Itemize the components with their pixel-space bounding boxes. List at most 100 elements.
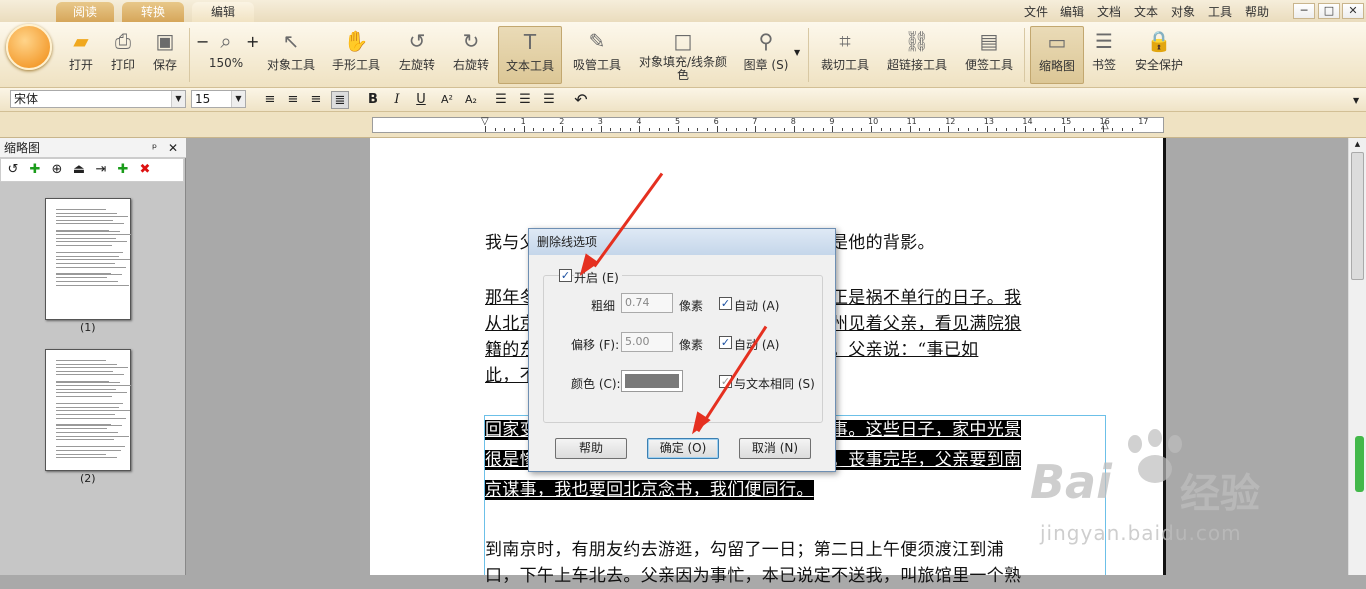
ruler-tick — [591, 128, 593, 131]
offset-input[interactable]: 5.00 — [621, 332, 673, 352]
thumbnail-text-line — [56, 424, 122, 426]
insert-page-icon[interactable]: ⊕ — [49, 162, 65, 178]
menu-text[interactable]: 文本 — [1134, 3, 1158, 20]
ruler-label: 13 — [983, 117, 994, 126]
eyedropper-tool-button[interactable]: ✎ 吸管工具 — [570, 26, 624, 84]
enable-checkbox[interactable]: ✓ — [559, 269, 572, 282]
close-panel-icon[interactable]: ✕ — [168, 138, 178, 158]
thumbnail-text-line — [56, 284, 129, 286]
maximize-button[interactable]: □ — [1318, 3, 1340, 19]
left-indent-marker[interactable]: ▽ — [481, 117, 489, 127]
offset-auto-checkbox[interactable]: ✓ — [719, 336, 732, 349]
ruler-tick — [687, 128, 689, 131]
paragraph-spacing-icon[interactable]: ☰ — [516, 91, 534, 109]
rotate-left-button[interactable]: ↺ 左旋转 — [396, 26, 438, 84]
close-window-button[interactable]: ✕ — [1342, 3, 1364, 19]
ruler-tick — [996, 128, 998, 131]
crop-tool-button[interactable]: ⌗ 裁切工具 — [816, 26, 874, 84]
bold-button[interactable]: B — [364, 91, 382, 109]
lock-icon: 🔒 — [1146, 29, 1172, 53]
pin-icon[interactable]: ᵖ — [152, 138, 157, 158]
menu-tools[interactable]: 工具 — [1208, 3, 1232, 20]
thumbnail-button[interactable]: ▭ 缩略图 — [1030, 26, 1084, 84]
rotate-right-button[interactable]: ↻ 右旋转 — [450, 26, 492, 84]
tab-read[interactable]: 阅读 — [56, 2, 114, 22]
help-button[interactable]: 帮助 — [555, 438, 627, 459]
align-left-icon[interactable]: ≡ — [261, 91, 279, 109]
weight-auto-checkbox[interactable]: ✓ — [719, 297, 732, 310]
add-page-icon[interactable]: ✚ — [27, 162, 43, 178]
list-icon[interactable]: ☰ — [540, 91, 558, 109]
scrollbar-thumb[interactable] — [1351, 152, 1364, 280]
ruler-tick — [784, 128, 786, 131]
superscript-button[interactable]: A² — [436, 91, 458, 109]
note-tool-button[interactable]: ▤ 便签工具 — [962, 26, 1016, 84]
stamp-dropdown-icon[interactable]: ▼ — [794, 48, 800, 57]
thumbnail-text-line — [56, 223, 124, 225]
right-indent-marker[interactable]: △ — [1101, 121, 1109, 131]
thumbnail-text-line — [56, 237, 116, 239]
thumbnail-text-line — [56, 360, 106, 361]
font-size-select[interactable]: 15 ▼ — [191, 90, 246, 108]
object-tool-button[interactable]: ↖ 对象工具 — [262, 26, 320, 84]
undo-icon[interactable]: ↶ — [572, 91, 590, 109]
fill-color-button[interactable]: □ 对象填充/线条颜色 — [636, 26, 730, 84]
bookmark-button[interactable]: ☰ 书签 — [1088, 26, 1120, 84]
page-thumbnail-2[interactable] — [45, 349, 131, 471]
cancel-button[interactable]: 取消 (N) — [739, 438, 811, 459]
selected-text-line-3[interactable]: 京谋事，我也要回北京念书，我们便同行。 — [485, 480, 814, 500]
save-button[interactable]: ▣ 保存 — [146, 26, 184, 84]
delete-page-icon[interactable]: ✖ — [137, 162, 153, 178]
vertical-scrollbar[interactable]: ▲ — [1348, 138, 1366, 575]
tab-convert[interactable]: 转换 — [122, 2, 184, 22]
menu-help[interactable]: 帮助 — [1245, 3, 1269, 20]
stamp-button[interactable]: ⚲ 图章 (S) — [742, 26, 790, 84]
menu-document[interactable]: 文档 — [1097, 3, 1121, 20]
paragraph-4-line-1: 到南京时，有朋友约去游逛，勾留了一日；第二日上午便须渡江到浦 — [485, 540, 1004, 560]
justify-icon[interactable]: ≣ — [331, 91, 349, 109]
hyperlink-tool-button[interactable]: ⛓ 超链接工具 — [884, 26, 950, 84]
line-spacing-icon[interactable]: ☰ — [492, 91, 510, 109]
open-button[interactable]: ▰ 打开 — [62, 26, 100, 84]
ok-button[interactable]: 确定 (O) — [647, 438, 719, 459]
security-button[interactable]: 🔒 安全保护 — [1132, 26, 1186, 84]
replace-page-icon[interactable]: ✚ — [115, 162, 131, 178]
export-page-icon[interactable]: ⇥ — [93, 162, 109, 178]
thumbnail-text-line — [56, 273, 122, 275]
align-center-icon[interactable]: ≡ — [284, 91, 302, 109]
app-logo-icon[interactable] — [6, 24, 52, 70]
extract-page-icon[interactable]: ⏏ — [71, 162, 87, 178]
subscript-button[interactable]: A₂ — [460, 91, 482, 109]
hand-tool-button[interactable]: ✋ 手形工具 — [328, 26, 384, 84]
ruler-tick — [967, 128, 969, 131]
thumbnail-text-line — [56, 281, 118, 282]
print-button[interactable]: ⎙ 打印 — [104, 26, 142, 84]
menu-object[interactable]: 对象 — [1171, 3, 1195, 20]
italic-button[interactable]: I — [388, 91, 406, 109]
font-family-select[interactable]: 宋体 ▼ — [10, 90, 186, 108]
tab-bar: 阅读 转换 编辑 文件 编辑 文档 文本 对象 工具 帮助 ─ □ ✕ — [0, 0, 1366, 22]
menu-file[interactable]: 文件 — [1024, 3, 1048, 20]
zoom-level[interactable]: ⌕ 150% — [205, 26, 247, 84]
zoom-in-button[interactable]: + — [246, 32, 259, 51]
underline-button[interactable]: U — [412, 91, 430, 109]
color-picker[interactable] — [621, 370, 683, 392]
minimize-button[interactable]: ─ — [1293, 3, 1315, 19]
weight-input[interactable]: 0.74 — [621, 293, 673, 313]
page-thumbnail-1[interactable] — [45, 198, 131, 320]
thumbnail-text-line — [56, 381, 120, 383]
menu-edit[interactable]: 编辑 — [1060, 3, 1084, 20]
align-right-icon[interactable]: ≡ — [307, 91, 325, 109]
thumbnail-text-line — [56, 403, 108, 405]
ruler-tick — [1092, 128, 1094, 131]
toolbar-expand-icon[interactable]: ▼ — [1353, 96, 1359, 105]
ruler-tick — [793, 126, 795, 132]
ruler-tick — [678, 126, 679, 132]
chevron-down-icon: ▼ — [171, 91, 185, 107]
tab-edit[interactable]: 编辑 — [192, 2, 254, 22]
stamp-icon: ⚲ — [758, 29, 774, 53]
scroll-up-icon[interactable]: ▲ — [1351, 140, 1364, 150]
text-tool-button[interactable]: T 文本工具 — [498, 26, 562, 84]
offset-label: 偏移 (F): — [571, 338, 620, 352]
rotate-page-icon[interactable]: ↺ — [5, 162, 21, 178]
